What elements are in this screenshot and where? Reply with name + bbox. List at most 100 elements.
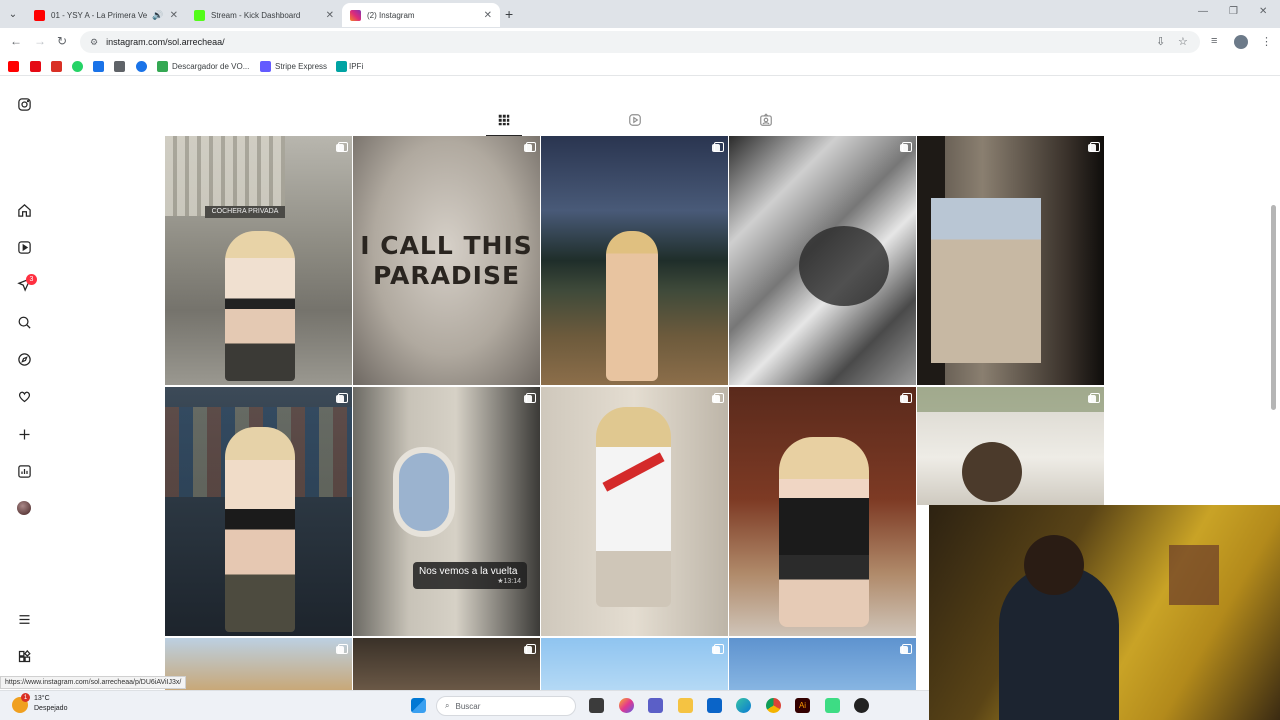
create-icon[interactable] — [16, 426, 32, 442]
person-figure — [225, 427, 295, 632]
windows-taskbar: 1 13°C Despejado ⌕ Buscar Ai — [0, 690, 929, 720]
post-8[interactable] — [541, 387, 728, 636]
restore-button[interactable]: ❐ — [1229, 6, 1238, 17]
carousel-icon — [336, 644, 348, 654]
close-icon[interactable]: ✕ — [484, 10, 492, 21]
forward-button[interactable]: → — [34, 34, 46, 48]
person-figure — [596, 407, 671, 607]
taskbar-search[interactable]: ⌕ Buscar — [436, 696, 576, 716]
carousel-icon — [712, 644, 724, 654]
reload-button[interactable]: ↻ — [57, 34, 67, 48]
chrome-icon[interactable] — [766, 698, 781, 713]
airplane-window — [393, 447, 455, 537]
carousel-icon — [1088, 393, 1100, 403]
tab-search-icon[interactable]: ⌄ — [4, 5, 22, 23]
browser-tab-bar: ⌄ 01 - YSY A - La Primera Ve 🔊 ✕ Stream … — [0, 0, 1280, 28]
speaker-icon[interactable]: 🔊 — [152, 10, 163, 21]
illustrator-icon[interactable]: Ai — [795, 698, 810, 713]
carousel-icon — [524, 142, 536, 152]
profile-tabs — [165, 106, 1104, 136]
profile-avatar[interactable] — [17, 501, 31, 515]
back-button[interactable]: ← — [10, 34, 22, 48]
bookmark-icon[interactable] — [93, 61, 104, 72]
bookmark-downloader[interactable]: Descargador de VO... — [172, 62, 249, 71]
task-view-icon[interactable] — [589, 698, 604, 713]
post-12[interactable] — [353, 638, 540, 690]
post-5[interactable] — [917, 136, 1104, 385]
post-7[interactable]: Nos vemos a la vuelta ★13:14 — [353, 387, 540, 636]
hair-shape — [962, 442, 1022, 502]
bookmark-ipfi[interactable]: IPFi — [349, 62, 363, 71]
ipfi-bookmark-icon[interactable] — [336, 61, 347, 72]
tab-reels-icon[interactable] — [625, 110, 645, 130]
install-app-icon[interactable]: ⇩ — [1156, 35, 1165, 48]
netflix-bookmark-icon[interactable] — [30, 61, 41, 72]
post-11[interactable] — [165, 638, 352, 690]
post-9[interactable] — [729, 387, 916, 636]
tab-posts-grid-icon[interactable] — [486, 110, 522, 136]
close-icon[interactable]: ✕ — [326, 10, 334, 21]
minimize-button[interactable]: — — [1198, 6, 1208, 17]
bookmark-icon[interactable] — [114, 61, 125, 72]
page-scrollbar[interactable] — [1271, 205, 1276, 410]
bookmark-stripe[interactable]: Stripe Express — [275, 62, 327, 71]
outlook-icon[interactable] — [707, 698, 722, 713]
edge-icon[interactable] — [736, 698, 751, 713]
adobe-bookmark-icon[interactable] — [51, 61, 62, 72]
carousel-icon — [336, 142, 348, 152]
tab-kick[interactable]: Stream - Kick Dashboard ✕ — [186, 3, 342, 27]
search-icon: ⌕ — [445, 701, 450, 710]
carousel-icon — [900, 142, 912, 152]
close-window-button[interactable]: ✕ — [1259, 6, 1267, 17]
file-explorer-icon[interactable] — [678, 698, 693, 713]
site-info-icon[interactable]: ⚙ — [90, 37, 98, 48]
carousel-icon — [336, 393, 348, 403]
person-figure — [779, 437, 869, 627]
person-head — [1024, 535, 1084, 595]
youtube-icon — [34, 9, 45, 21]
tab-tagged-icon[interactable] — [756, 110, 776, 130]
post-13[interactable] — [541, 638, 728, 690]
search-placeholder: Buscar — [455, 701, 481, 711]
close-icon[interactable]: ✕ — [170, 10, 178, 21]
post-3[interactable] — [541, 136, 728, 385]
youtube-bookmark-icon[interactable] — [8, 61, 19, 72]
post-14[interactable] — [729, 638, 916, 690]
bookmark-icon[interactable] — [136, 61, 147, 72]
grass-shape — [917, 387, 1104, 412]
teams-icon[interactable] — [648, 698, 663, 713]
post-text: I CALL THIS PARADISE — [360, 231, 533, 290]
stripe-bookmark-icon[interactable] — [260, 61, 271, 72]
menu-icon[interactable] — [16, 611, 32, 627]
obs-icon[interactable] — [854, 698, 869, 713]
reels-icon[interactable] — [16, 239, 32, 255]
hair-shape — [799, 226, 889, 306]
menu-icon[interactable]: ⋮ — [1261, 35, 1272, 48]
profile-avatar[interactable] — [1234, 35, 1248, 49]
tab-instagram[interactable]: (2) Instagram ✕ — [342, 3, 500, 27]
notification-badge: 3 — [26, 274, 37, 285]
whatsapp-bookmark-icon[interactable] — [72, 61, 83, 72]
also-from-meta-icon[interactable] — [16, 648, 32, 664]
address-bar[interactable]: ⚙ instagram.com/sol.arrecheaa/ — [80, 31, 1200, 53]
post-4[interactable] — [729, 136, 916, 385]
post-1[interactable]: COCHERA PRIVADA — [165, 136, 352, 385]
instagram-logo-icon[interactable] — [16, 96, 32, 112]
search-icon[interactable] — [16, 314, 32, 330]
tab-youtube[interactable]: 01 - YSY A - La Primera Ve 🔊 ✕ — [26, 3, 186, 27]
android-icon[interactable] — [825, 698, 840, 713]
media-control-icon[interactable]: ≡ — [1211, 35, 1217, 47]
post-10[interactable] — [917, 387, 1104, 505]
explore-icon[interactable] — [16, 351, 32, 367]
insights-icon[interactable] — [16, 463, 32, 479]
windows-start-icon[interactable] — [411, 698, 426, 713]
building-shape — [165, 136, 285, 216]
bookmark-star-icon[interactable]: ☆ — [1178, 35, 1188, 48]
heart-icon[interactable] — [16, 388, 32, 404]
post-2[interactable]: I CALL THIS PARADISE — [353, 136, 540, 385]
downloader-bookmark-icon[interactable] — [157, 61, 168, 72]
copilot-icon[interactable] — [619, 698, 634, 713]
post-6[interactable] — [165, 387, 352, 636]
home-icon[interactable] — [16, 202, 32, 218]
new-tab-button[interactable]: + — [505, 6, 513, 22]
